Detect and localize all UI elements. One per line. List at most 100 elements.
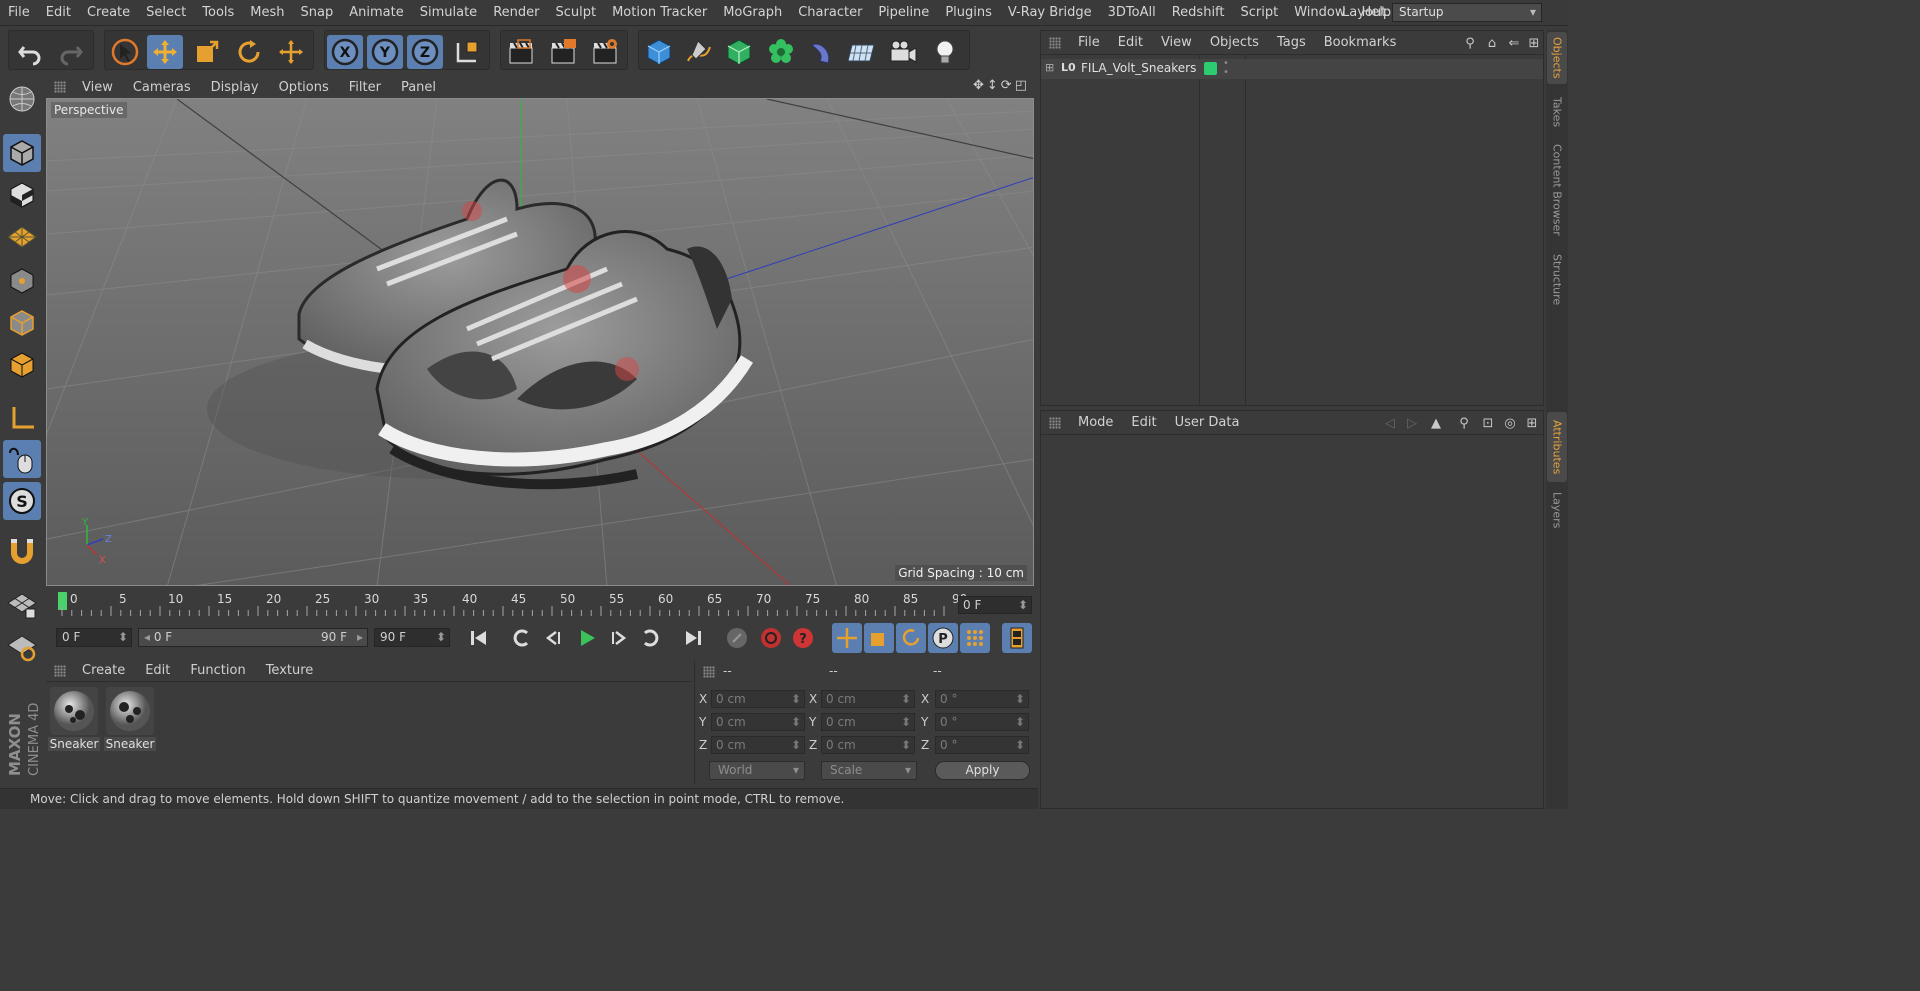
rotate-tool-button[interactable] bbox=[231, 35, 267, 69]
lock-icon[interactable]: ⊡ bbox=[1479, 414, 1497, 432]
objects-menu-objects[interactable]: Objects bbox=[1201, 35, 1268, 50]
next-frame-button[interactable] bbox=[604, 623, 634, 653]
material-menu-create[interactable]: Create bbox=[74, 663, 137, 678]
size-mode-select[interactable]: Scale ▾ bbox=[821, 761, 917, 780]
subdivision-surface-button[interactable] bbox=[721, 35, 757, 69]
edges-mode-button[interactable] bbox=[3, 304, 41, 342]
stepper-icon[interactable]: ⬍ bbox=[901, 737, 911, 753]
render-settings-button[interactable] bbox=[587, 35, 623, 69]
material-swatch[interactable]: Sneaker bbox=[104, 687, 156, 753]
go-to-end-button[interactable] bbox=[678, 623, 708, 653]
viewport-menu-filter[interactable]: Filter bbox=[341, 80, 393, 95]
home-icon[interactable]: ⌂ bbox=[1483, 34, 1501, 52]
perspective-viewport[interactable]: Y Z X Perspective Grid Spacing : 10 cm bbox=[46, 98, 1034, 586]
previous-key-button[interactable] bbox=[506, 623, 536, 653]
panel-grip-icon[interactable] bbox=[703, 666, 715, 678]
tab-layers[interactable]: Layers bbox=[1547, 486, 1567, 534]
menu-animate[interactable]: Animate bbox=[341, 0, 411, 26]
transform-tool-button[interactable] bbox=[273, 35, 309, 69]
pan-icon[interactable]: ✥ bbox=[973, 78, 987, 93]
stepper-icon[interactable]: ⬍ bbox=[791, 691, 801, 707]
menu-render[interactable]: Render bbox=[485, 0, 547, 26]
live-selection-button[interactable] bbox=[107, 35, 143, 69]
menu-pipeline[interactable]: Pipeline bbox=[870, 0, 937, 26]
tab-objects[interactable]: Objects bbox=[1547, 32, 1567, 84]
key-parameter-button[interactable]: P bbox=[928, 623, 958, 653]
panel-grip-icon[interactable] bbox=[1049, 36, 1061, 49]
tab-takes[interactable]: Takes bbox=[1547, 90, 1567, 134]
attributes-menu-edit[interactable]: Edit bbox=[1122, 415, 1165, 430]
make-editable-button[interactable] bbox=[3, 80, 41, 118]
size-x-field[interactable]: 0 cm ⬍ bbox=[821, 690, 915, 708]
lock-z-button[interactable]: Z bbox=[407, 35, 443, 69]
menu-3dtoall[interactable]: 3DToAll bbox=[1100, 0, 1164, 26]
polygons-mode-button[interactable] bbox=[3, 346, 41, 384]
size-y-field[interactable]: 0 cm ⬍ bbox=[821, 713, 915, 731]
menu-motion-tracker[interactable]: Motion Tracker bbox=[604, 0, 715, 26]
orbit-icon[interactable]: ⟳ bbox=[1001, 78, 1015, 93]
menu-file[interactable]: File bbox=[0, 0, 38, 26]
next-key-button[interactable] bbox=[636, 623, 666, 653]
deformer-button[interactable] bbox=[803, 35, 839, 69]
cube-object-button[interactable] bbox=[641, 35, 677, 69]
current-frame-field[interactable]: 0 F ⬍ bbox=[958, 596, 1032, 614]
texture-mode-button[interactable] bbox=[3, 176, 41, 214]
redo-button[interactable] bbox=[53, 35, 89, 69]
key-position-button[interactable] bbox=[832, 623, 862, 653]
key-rotation-button[interactable] bbox=[896, 623, 926, 653]
stepper-icon[interactable]: ⬍ bbox=[901, 691, 911, 707]
target-icon[interactable]: ◎ bbox=[1501, 414, 1519, 432]
viewport-menu-cameras[interactable]: Cameras bbox=[125, 80, 203, 95]
workplane-lock-button[interactable] bbox=[3, 586, 41, 624]
menu-simulate[interactable]: Simulate bbox=[412, 0, 485, 26]
menu-vray-bridge[interactable]: V-Ray Bridge bbox=[1000, 0, 1100, 26]
search-icon[interactable]: ⚲ bbox=[1461, 34, 1479, 52]
planar-workplane-button[interactable] bbox=[3, 628, 41, 666]
back-icon[interactable]: ⇐ bbox=[1505, 34, 1523, 52]
forward-arrow-icon[interactable]: ▷ bbox=[1403, 414, 1421, 432]
snap-toggle-button[interactable] bbox=[3, 532, 41, 570]
record-keys-button[interactable] bbox=[722, 623, 752, 653]
min-time-field[interactable]: 0 F ⬍ bbox=[56, 628, 132, 647]
tab-attributes[interactable]: Attributes bbox=[1547, 412, 1567, 482]
move-tool-button[interactable] bbox=[147, 35, 183, 69]
objects-menu-bookmarks[interactable]: Bookmarks bbox=[1315, 35, 1406, 50]
rotation-p-field[interactable]: 0 ° ⬍ bbox=[935, 713, 1029, 731]
menu-select[interactable]: Select bbox=[138, 0, 194, 26]
previous-frame-button[interactable] bbox=[538, 623, 568, 653]
material-swatch[interactable]: Sneaker bbox=[48, 687, 100, 753]
viewport-menu-panel[interactable]: Panel bbox=[393, 80, 448, 95]
camera-object-button[interactable] bbox=[885, 35, 921, 69]
stepper-icon[interactable]: ⬍ bbox=[436, 629, 446, 646]
objects-menu-tags[interactable]: Tags bbox=[1268, 35, 1315, 50]
menu-script[interactable]: Script bbox=[1233, 0, 1287, 26]
spline-pen-button[interactable] bbox=[681, 35, 717, 69]
material-menu-edit[interactable]: Edit bbox=[137, 663, 182, 678]
menu-tools[interactable]: Tools bbox=[194, 0, 242, 26]
menu-redshift[interactable]: Redshift bbox=[1164, 0, 1233, 26]
attributes-menu-mode[interactable]: Mode bbox=[1069, 415, 1122, 430]
preview-range-slider[interactable]: ◂ 0 F 90 F ▸ bbox=[138, 628, 368, 647]
model-mode-button[interactable] bbox=[3, 134, 41, 172]
stepper-icon[interactable]: ⬍ bbox=[901, 714, 911, 730]
expand-plus-icon[interactable]: ⊞ bbox=[1045, 61, 1054, 74]
floor-object-button[interactable] bbox=[843, 35, 879, 69]
tab-structure[interactable]: Structure bbox=[1547, 248, 1567, 312]
workplane-mode-button[interactable] bbox=[3, 218, 41, 256]
layout-select[interactable]: Startup ▾ bbox=[1392, 3, 1542, 22]
stepper-icon[interactable]: ⬍ bbox=[791, 714, 801, 730]
solo-mode-button[interactable]: S bbox=[3, 482, 41, 520]
stepper-icon[interactable]: ⬍ bbox=[118, 629, 128, 646]
maximize-icon[interactable]: ◰ bbox=[1015, 78, 1030, 93]
material-menu-function[interactable]: Function bbox=[182, 663, 257, 678]
menu-plugins[interactable]: Plugins bbox=[937, 0, 1000, 26]
key-scale-button[interactable] bbox=[864, 623, 894, 653]
viewport-menu-display[interactable]: Display bbox=[203, 80, 271, 95]
render-picture-viewer-button[interactable] bbox=[545, 35, 581, 69]
panel-grip-icon[interactable] bbox=[54, 81, 66, 93]
menu-create[interactable]: Create bbox=[79, 0, 138, 26]
material-menu-texture[interactable]: Texture bbox=[258, 663, 326, 678]
key-pla-button[interactable] bbox=[960, 623, 990, 653]
coordinate-system-button[interactable] bbox=[449, 35, 485, 69]
viewport-menu-view[interactable]: View bbox=[74, 80, 125, 95]
